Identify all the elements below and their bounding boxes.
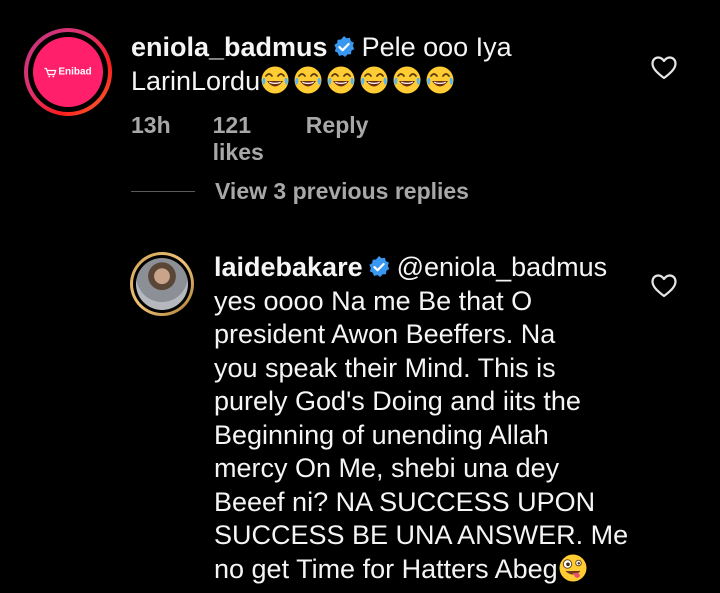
laughing-emoji-icon: [261, 66, 289, 93]
reply-line: you speak their Mind. This is: [214, 352, 556, 383]
mention-link[interactable]: @eniola_badmus: [397, 252, 608, 282]
reply-line: no get Time for Hatters Abeg: [214, 553, 558, 584]
laughing-emoji-icon: [327, 66, 355, 93]
username[interactable]: laidebakare: [214, 252, 363, 282]
laughing-emoji-icon: [426, 66, 454, 93]
avatar[interactable]: [136, 258, 188, 310]
reply-button[interactable]: Reply: [306, 112, 369, 166]
comment-meta: 13h 121 likes Reply: [131, 112, 368, 166]
brand-logo: Enibad: [44, 66, 92, 78]
view-replies-label[interactable]: View 3 previous replies: [215, 178, 469, 205]
reply-line: SUCCESS BE UNA ANSWER. Me: [214, 520, 629, 550]
divider-line: [131, 191, 195, 192]
comment-text-line1: Pele ooo Iya: [361, 32, 512, 62]
reply-line: mercy On Me, shebi una dey: [214, 453, 560, 483]
comment-text-line2: LarinLordu: [131, 65, 261, 96]
heart-icon[interactable]: [650, 273, 678, 299]
laughing-emoji-icon: [393, 66, 421, 93]
verified-badge-icon: [333, 36, 354, 57]
reply-line: Beginning of unending Allah: [214, 419, 549, 450]
avatar[interactable]: Enibad: [33, 37, 103, 107]
laughing-emoji-icon: [294, 66, 322, 93]
likes-count[interactable]: 121 likes: [213, 112, 264, 166]
laughing-emoji-icon: [360, 66, 388, 93]
timestamp: 13h: [131, 112, 171, 138]
verified-badge-icon: [368, 256, 389, 277]
view-previous-replies[interactable]: View 3 previous replies: [131, 178, 469, 205]
heart-icon[interactable]: [650, 55, 678, 81]
comment-body: eniola_badmus Pele ooo Iya LarinLordu: [131, 31, 631, 98]
username[interactable]: eniola_badmus: [131, 32, 328, 62]
emoji-row: [260, 66, 458, 96]
zany-face-emoji-icon: [559, 554, 587, 581]
reply-line: Beeef ni? NA SUCCESS UPON: [214, 486, 596, 517]
cart-icon: [44, 67, 57, 77]
reply-line: purely God's Doing and iits the: [214, 386, 581, 416]
reply-body: laidebakare @eniola_badmus yes oooo Na m…: [214, 251, 654, 586]
logo-text: Enibad: [58, 66, 92, 78]
reply-line: president Awon Beeffers. Na: [214, 319, 556, 349]
reply-line: yes oooo Na me Be that O: [214, 285, 533, 316]
